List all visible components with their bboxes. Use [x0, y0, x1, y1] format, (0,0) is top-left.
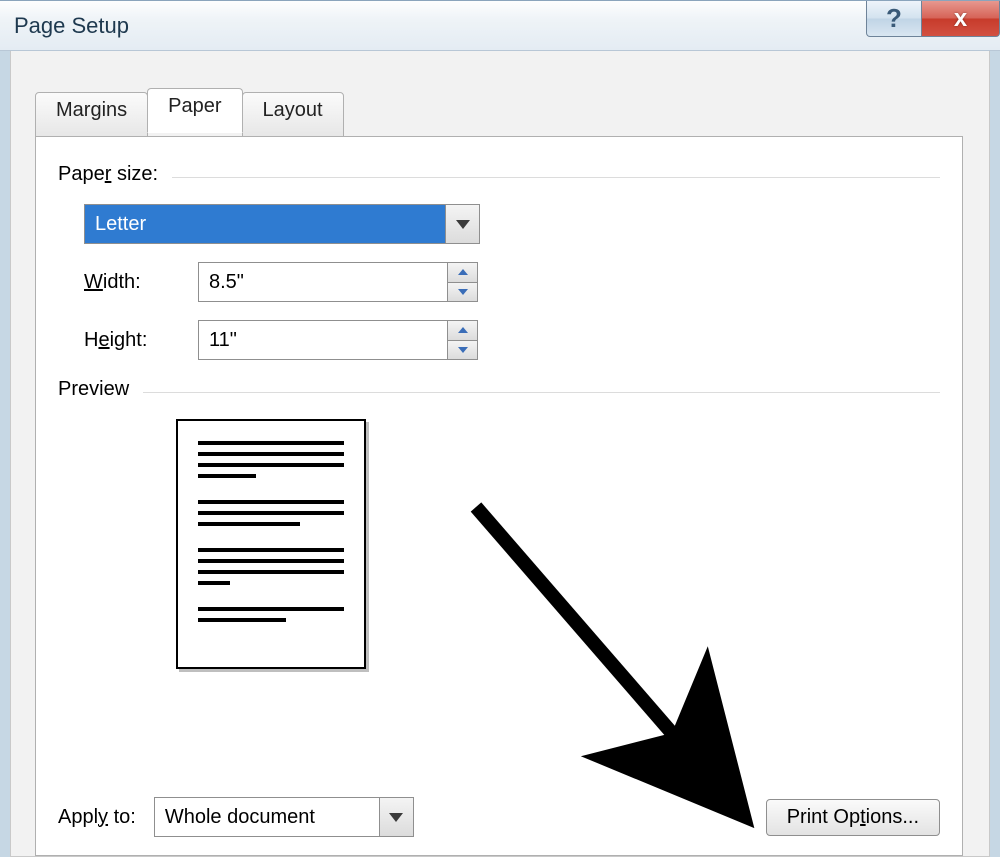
height-value[interactable]: 11" — [199, 321, 447, 359]
caret-down-icon — [458, 289, 468, 295]
width-value[interactable]: 8.5" — [199, 263, 447, 301]
paper-size-combo[interactable]: Letter — [84, 204, 480, 244]
divider — [143, 392, 940, 393]
preview-section: Preview — [58, 378, 940, 401]
preview-label: Preview — [58, 378, 129, 401]
apply-to-label: Apply to: — [58, 806, 136, 829]
width-spin-buttons — [447, 263, 477, 301]
divider — [172, 177, 940, 178]
width-row: Width: 8.5" — [84, 262, 962, 302]
tab-margins[interactable]: Margins — [35, 92, 148, 137]
dialog-client: Margins Paper Layout Paper size: Letter … — [10, 51, 990, 857]
close-button[interactable]: x — [922, 1, 1000, 37]
preview-page — [176, 419, 366, 669]
apply-to-dropdown-button[interactable] — [379, 798, 413, 836]
title-bar: Page Setup ? x — [0, 0, 1000, 51]
width-down-button[interactable] — [448, 282, 477, 302]
width-spinner[interactable]: 8.5" — [198, 262, 478, 302]
chevron-down-icon — [456, 220, 470, 229]
paper-size-dropdown-button[interactable] — [445, 205, 479, 243]
tab-panel-paper: Paper size: Letter Width: 8.5" Height: 1 — [35, 136, 963, 856]
caret-up-icon — [458, 327, 468, 333]
window-buttons: ? x — [866, 1, 1000, 37]
caret-down-icon — [458, 347, 468, 353]
height-spinner[interactable]: 11" — [198, 320, 478, 360]
width-up-button[interactable] — [448, 263, 477, 282]
help-button[interactable]: ? — [866, 1, 922, 37]
height-label: Height: — [84, 329, 198, 352]
height-down-button[interactable] — [448, 340, 477, 360]
window-title: Page Setup — [14, 13, 129, 39]
tab-paper[interactable]: Paper — [147, 88, 242, 133]
footer-row: Apply to: Whole document Print Options..… — [58, 797, 940, 837]
chevron-down-icon — [389, 813, 403, 822]
apply-to-combo[interactable]: Whole document — [154, 797, 414, 837]
height-up-button[interactable] — [448, 321, 477, 340]
paper-size-value: Letter — [85, 205, 445, 243]
tab-layout[interactable]: Layout — [242, 92, 344, 137]
height-row: Height: 11" — [84, 320, 962, 360]
help-icon: ? — [886, 3, 902, 34]
tab-strip: Margins Paper Layout — [35, 88, 343, 133]
paper-size-row: Letter — [84, 204, 962, 244]
width-label: Width: — [84, 271, 198, 294]
print-options-button[interactable]: Print Options... — [766, 799, 940, 836]
paper-size-label: Paper size: — [58, 163, 158, 186]
close-icon: x — [954, 5, 967, 33]
paper-size-section: Paper size: — [58, 163, 940, 186]
apply-to-value: Whole document — [155, 798, 379, 836]
height-spin-buttons — [447, 321, 477, 359]
annotation-arrow — [456, 487, 796, 837]
caret-up-icon — [458, 269, 468, 275]
